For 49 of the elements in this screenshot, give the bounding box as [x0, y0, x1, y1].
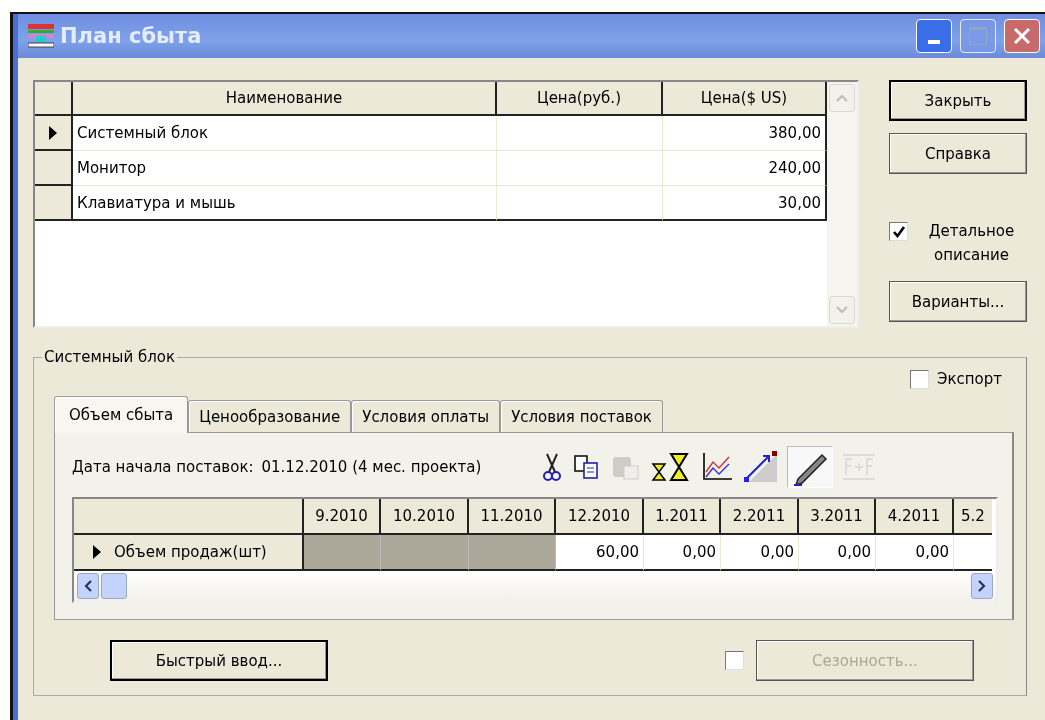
- column-header[interactable]: Наименование: [73, 82, 497, 116]
- detail-checkbox[interactable]: Детальное описание: [889, 222, 1027, 267]
- dialog-button[interactable]: Закрыть: [889, 80, 1027, 121]
- row-header[interactable]: Объем продаж(шт): [74, 535, 304, 571]
- horizontal-scrollbar[interactable]: [74, 571, 996, 601]
- start-date-label: Дата начала поставок:: [72, 458, 254, 476]
- column-header[interactable]: 5.2: [954, 499, 992, 535]
- column-header[interactable]: 10.2010: [381, 499, 469, 535]
- triangle-icon: [92, 544, 102, 560]
- row-indicator[interactable]: [35, 151, 73, 186]
- caret-left-icon: [83, 579, 93, 593]
- checkmark-icon: [891, 224, 906, 239]
- pencil-icon[interactable]: [787, 446, 834, 488]
- scroll-thumb[interactable]: [101, 573, 127, 599]
- caret-right-icon: [977, 579, 987, 593]
- column-header[interactable]: 4.2011: [876, 499, 954, 535]
- triangle-icon: [48, 124, 58, 141]
- tab[interactable]: Условия оплаты: [351, 400, 501, 432]
- row-indicator[interactable]: [35, 116, 73, 151]
- tab[interactable]: Объем сбыта: [54, 396, 189, 433]
- table-cell: Системный блок: [73, 116, 497, 151]
- quick-input-button[interactable]: Быстрый ввод...: [110, 640, 328, 681]
- variants-button[interactable]: Варианты...: [889, 281, 1027, 322]
- table-cell: Монитор: [73, 151, 497, 186]
- group-title: Системный блок: [43, 348, 176, 366]
- start-date-value: 01.12.2010 (4 мес. проекта): [261, 458, 482, 476]
- vertical-scrollbar[interactable]: [827, 82, 857, 326]
- tab[interactable]: Ценообразование: [188, 400, 352, 432]
- column-header[interactable]: 1.2011: [644, 499, 721, 535]
- column-header[interactable]: Цена(руб.): [497, 82, 663, 116]
- column-header[interactable]: Цена($ US): [663, 82, 827, 116]
- column-header[interactable]: 12.2010: [556, 499, 644, 535]
- table-cell: Клавиатура и мышь: [73, 186, 497, 221]
- export-checkbox[interactable]: Экспорт: [909, 370, 1002, 389]
- dialog-button[interactable]: Справка: [889, 133, 1027, 174]
- app-icon: [28, 24, 54, 48]
- caret-down-icon: [835, 305, 849, 315]
- column-header[interactable]: 11.2010: [469, 499, 556, 535]
- caret-up-icon: [835, 93, 849, 103]
- close-icon: [1011, 25, 1033, 47]
- column-header[interactable]: 3.2011: [799, 499, 876, 535]
- row-indicator[interactable]: [35, 186, 73, 221]
- corner-cell: [35, 82, 73, 116]
- minimize-button[interactable]: [916, 19, 952, 53]
- column-header[interactable]: 2.2011: [721, 499, 799, 535]
- window-title: План сбыта: [60, 24, 202, 48]
- close-button[interactable]: [1004, 19, 1040, 53]
- column-header[interactable]: 9.2010: [304, 499, 381, 535]
- tab[interactable]: Условия поставок: [500, 400, 663, 432]
